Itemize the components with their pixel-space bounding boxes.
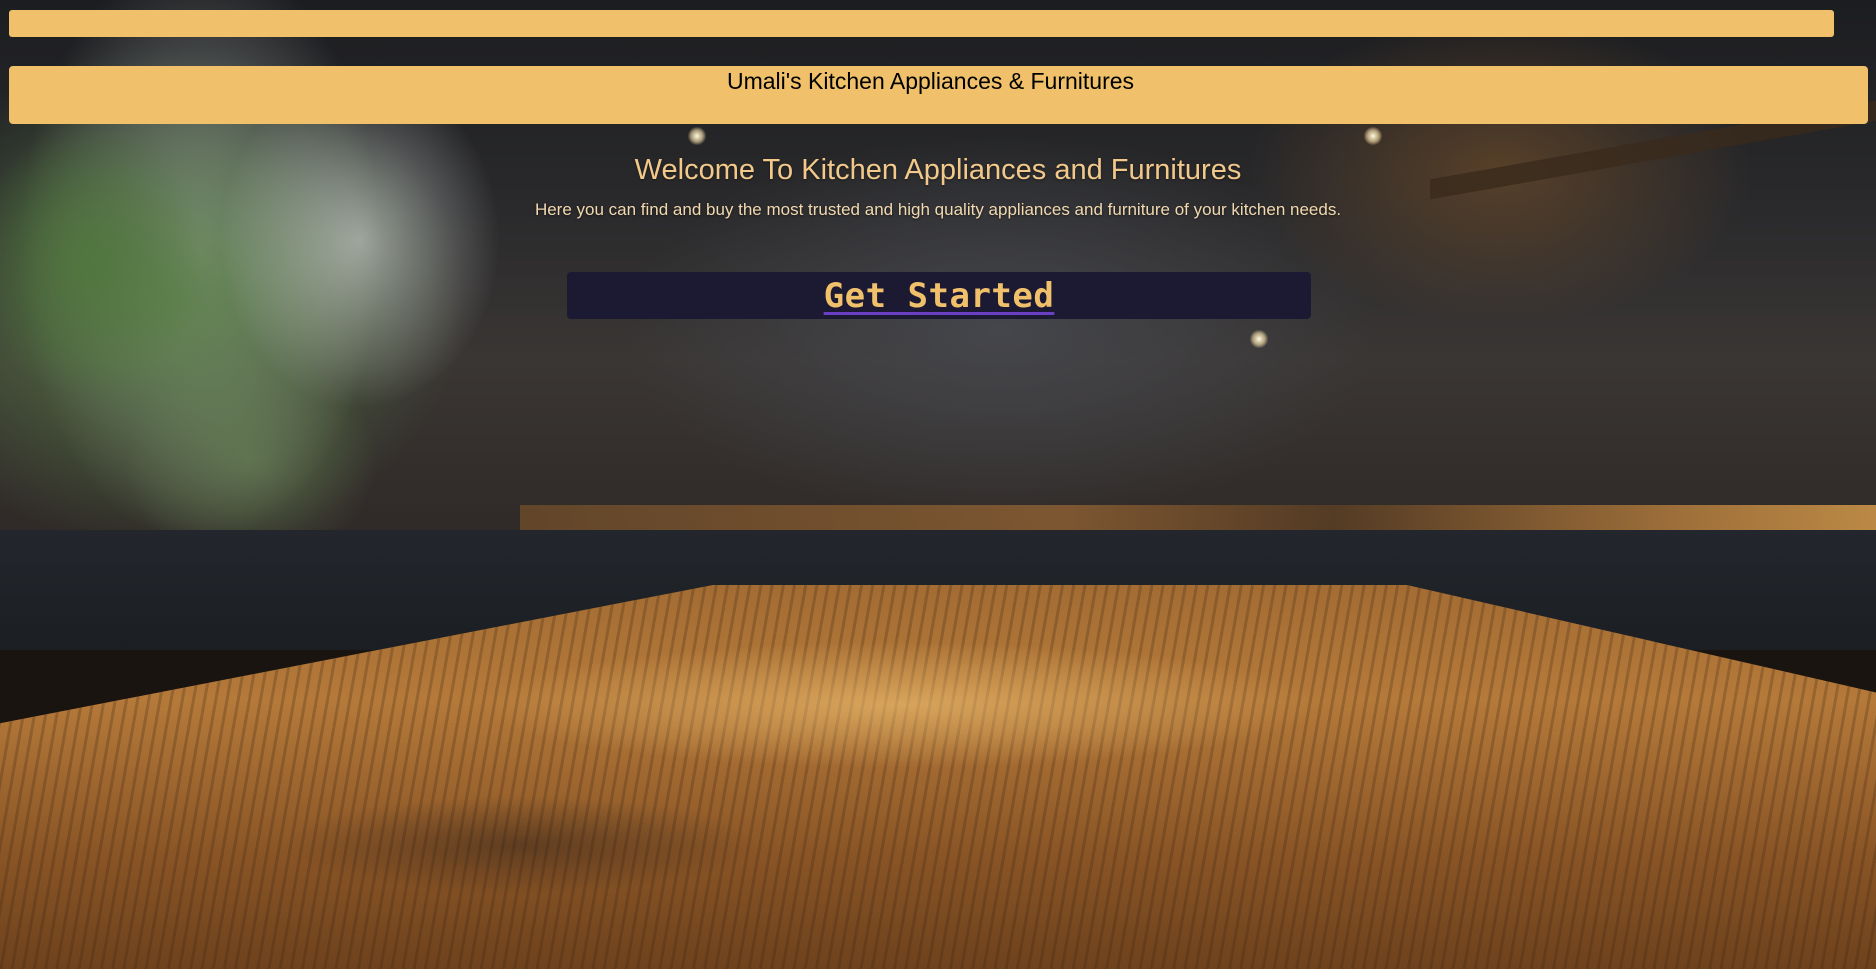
- site-header: Umali's Kitchen Appliances & Furnitures: [9, 66, 1868, 124]
- pendant-light: [1364, 127, 1382, 145]
- brand-title: Umali's Kitchen Appliances & Furnitures: [726, 68, 1135, 94]
- top-bar: [9, 10, 1834, 37]
- pendant-light: [688, 127, 706, 145]
- pendant-light: [1250, 330, 1268, 348]
- hero-section: Welcome To Kitchen Appliances and Furnit…: [0, 150, 1876, 222]
- hero-subtitle: Here you can find and buy the most trust…: [534, 200, 1342, 219]
- hero-title: Welcome To Kitchen Appliances and Furnit…: [634, 154, 1242, 186]
- get-started-label[interactable]: Get Started: [824, 276, 1055, 316]
- background-image: [0, 0, 1876, 969]
- get-started-button[interactable]: Get Started: [567, 272, 1311, 319]
